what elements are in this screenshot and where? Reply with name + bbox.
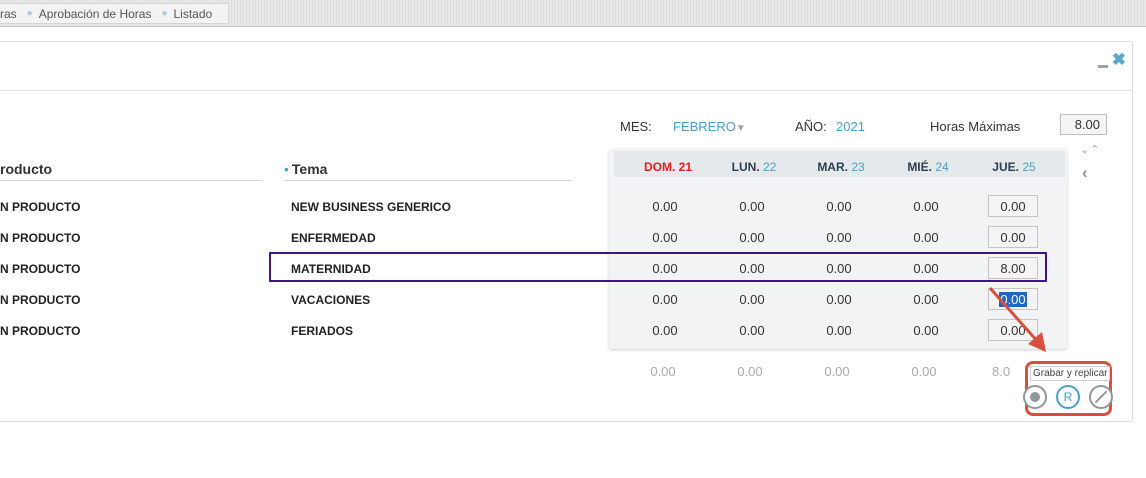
save-replicate-button[interactable]: R — [1056, 385, 1080, 409]
hours-cell: 0.00 — [826, 230, 852, 245]
month-select[interactable]: FEBRERO▼ — [673, 119, 746, 134]
row-producto: N PRODUCTO — [0, 200, 81, 214]
day-header-mon: LUN. 22 — [724, 160, 784, 174]
day-number: 22 — [762, 160, 777, 174]
total-cell: 0.00 — [650, 364, 676, 379]
hours-cell: 0.00 — [826, 292, 852, 307]
day-name: DOM. — [643, 160, 676, 174]
breadcrumb-label: Listado — [173, 6, 213, 21]
day-header-thu: JUE. 25 — [984, 160, 1044, 174]
hours-cell: 0.00 — [652, 199, 678, 214]
close-icon[interactable]: ✖ — [1112, 51, 1126, 68]
row-producto: N PRODUCTO — [0, 231, 81, 245]
day-number: 23 — [851, 160, 865, 174]
day-name: LUN. — [731, 160, 760, 174]
total-cell: 0.00 — [824, 364, 850, 379]
highlight-row-annotation — [269, 252, 1047, 282]
day-name: MIÉ. — [907, 160, 932, 174]
month-label: MES: — [620, 119, 652, 134]
required-dot-icon: • — [284, 161, 289, 177]
row-producto: N PRODUCTO — [0, 324, 81, 338]
total-cell: 8.0 — [992, 364, 1011, 379]
window-controls: ✖ — [1097, 51, 1126, 68]
row-producto: N PRODUCTO — [0, 293, 81, 307]
day-name: JUE. — [992, 160, 1019, 174]
hours-cell: 0.00 — [913, 292, 939, 307]
hours-cell: 0.00 — [913, 323, 939, 338]
day-number: 21 — [678, 160, 693, 174]
breadcrumb-label: Aprobación de Horas — [38, 6, 152, 21]
slash-icon — [1094, 390, 1108, 404]
day-name: MAR. — [817, 160, 848, 174]
record-icon — [1030, 392, 1040, 402]
hours-cell: 0.00 — [652, 292, 678, 307]
hours-cell: 0.00 — [739, 230, 765, 245]
column-header-label: Tema — [291, 161, 328, 177]
minimize-icon[interactable] — [1097, 52, 1108, 68]
hours-cell: 0.00 — [913, 230, 939, 245]
panel-header: ✖ — [0, 42, 1132, 91]
hours-input[interactable]: 0.00 — [988, 195, 1038, 217]
hours-cell: 0.00 — [739, 199, 765, 214]
day-number: 25 — [1022, 160, 1036, 174]
hours-cell: 0.00 — [652, 230, 678, 245]
max-hours-input[interactable]: 8.00 — [1060, 114, 1107, 135]
column-header-producto: roducto — [0, 161, 53, 177]
cancel-button[interactable] — [1089, 385, 1113, 409]
chevron-down-icon: ▼ — [735, 123, 746, 134]
row-producto: N PRODUCTO — [0, 262, 81, 276]
month-value: FEBRERO — [673, 119, 736, 134]
hours-cell: 0.00 — [652, 323, 678, 338]
breadcrumb-item[interactable]: ras — [0, 7, 23, 21]
hours-cell: 0.00 — [739, 323, 765, 338]
day-number: 24 — [935, 160, 949, 174]
total-cell: 0.00 — [911, 364, 937, 379]
chevron-left-icon[interactable]: ‹ — [1082, 163, 1088, 183]
hours-cell: 0.00 — [826, 199, 852, 214]
hours-cell: 0.00 — [826, 323, 852, 338]
hours-cell: 0.00 — [739, 292, 765, 307]
column-header-tema: • Tema — [284, 161, 327, 177]
row-tema: FERIADOS — [291, 324, 354, 338]
record-button[interactable] — [1023, 385, 1047, 409]
hours-cell: 0.00 — [913, 199, 939, 214]
arrow-annotation-icon — [988, 287, 1046, 352]
day-header-wed: MIÉ. 24 — [898, 160, 958, 174]
top-bar: ras ● Aprobación de Horas ● Listado — [0, 0, 1146, 27]
hours-input[interactable]: 0.00 — [988, 226, 1038, 248]
day-header-tue: MAR. 23 — [811, 160, 871, 174]
breadcrumb-item[interactable]: ● Aprobación de Horas — [23, 7, 158, 21]
divider — [284, 180, 573, 181]
breadcrumb-separator-icon: ● — [161, 8, 168, 19]
row-tema: VACACIONES — [291, 293, 371, 307]
year-label: AÑO: — [795, 119, 827, 134]
breadcrumb-separator-icon: ● — [26, 8, 33, 19]
year-value[interactable]: 2021 — [836, 119, 865, 134]
total-cell: 0.00 — [737, 364, 763, 379]
tooltip: Grabar y replicar — [1030, 366, 1111, 381]
replicate-icon: R — [1063, 390, 1073, 404]
day-header-sun: DOM. 21 — [638, 160, 698, 174]
divider — [0, 180, 263, 181]
breadcrumb: ras ● Aprobación de Horas ● Listado — [0, 3, 230, 24]
row-tema: ENFERMEDAD — [291, 231, 376, 245]
breadcrumb-item[interactable]: ● Listado — [157, 7, 218, 21]
sort-chevrons-icon[interactable]: ⌄⌃ — [1080, 143, 1100, 156]
row-tema: NEW BUSINESS GENERICO — [291, 200, 452, 214]
max-hours-label: Horas Máximas — [930, 119, 1021, 134]
